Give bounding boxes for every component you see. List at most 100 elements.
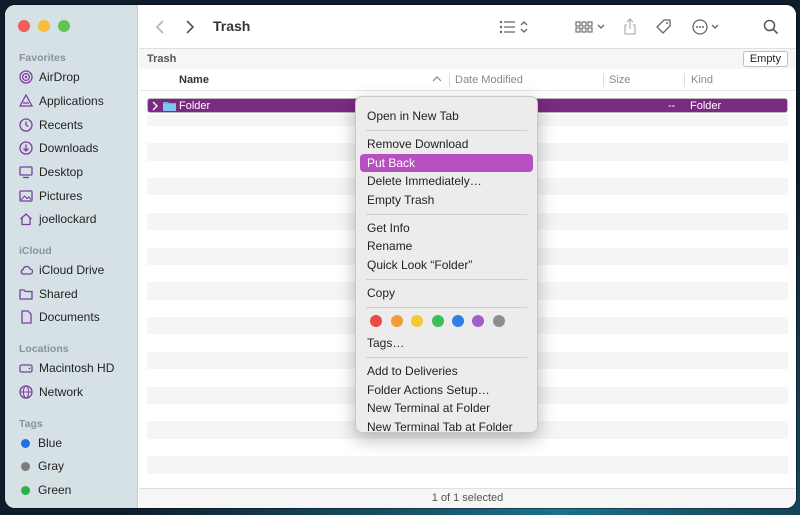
forward-chevron-icon[interactable] bbox=[185, 17, 195, 37]
sidebar-item-label: Blue bbox=[38, 436, 63, 450]
list-view-icon[interactable] bbox=[499, 17, 531, 37]
file-size: -- bbox=[668, 100, 676, 112]
sidebar-item-label: Green bbox=[38, 483, 72, 497]
back-chevron-icon[interactable] bbox=[155, 17, 165, 37]
trash-header-bar: Trash Empty bbox=[139, 49, 796, 69]
menu-separator bbox=[366, 214, 527, 215]
context-menu: Open in New Tab Remove Download Put Back… bbox=[355, 96, 538, 436]
tag-yellow-swatch[interactable] bbox=[411, 315, 423, 327]
menu-item-folder-actions-setup[interactable]: Folder Actions Setup… bbox=[360, 381, 533, 399]
sidebar-item-icloud-drive[interactable]: iCloud Drive bbox=[19, 260, 104, 280]
menu-separator bbox=[366, 357, 527, 358]
sidebar-item-label: Macintosh HD bbox=[39, 361, 115, 375]
sidebar-item-macintosh-hd[interactable]: Macintosh HD bbox=[19, 358, 114, 378]
menu-item-empty-trash[interactable]: Empty Trash bbox=[360, 191, 533, 209]
toolbar: Trash bbox=[139, 5, 796, 49]
document-icon bbox=[19, 310, 33, 324]
column-divider[interactable] bbox=[603, 73, 604, 87]
clock-icon bbox=[19, 118, 33, 132]
sidebar-item-label: Network bbox=[39, 385, 84, 399]
menu-separator bbox=[366, 279, 527, 280]
sort-ascending-icon[interactable] bbox=[432, 74, 442, 86]
close-window-button[interactable] bbox=[18, 20, 30, 32]
zoom-window-button[interactable] bbox=[58, 20, 70, 32]
menu-item-open-in-new-tab[interactable]: Open in New Tab bbox=[360, 107, 533, 125]
menu-item-rename[interactable]: Rename bbox=[360, 237, 533, 255]
menu-item-get-info[interactable]: Get Info bbox=[360, 219, 533, 237]
tag-dot-icon bbox=[21, 461, 30, 471]
sidebar-item-airdrop[interactable]: AirDrop bbox=[19, 67, 80, 87]
tag-red-swatch[interactable] bbox=[370, 315, 382, 327]
menu-item-add-to-deliveries[interactable]: Add to Deliveries bbox=[360, 362, 533, 380]
cloud-icon bbox=[19, 263, 33, 277]
sidebar-tag-green[interactable]: Green bbox=[19, 480, 71, 500]
minimize-window-button[interactable] bbox=[38, 20, 50, 32]
column-header: Name Date Modified Size Kind bbox=[139, 69, 796, 91]
pictures-icon bbox=[19, 189, 33, 203]
column-size-header[interactable]: Size bbox=[609, 74, 630, 86]
window-title: Trash bbox=[213, 18, 251, 34]
share-icon[interactable] bbox=[623, 17, 637, 37]
tag-orange-swatch[interactable] bbox=[391, 315, 403, 327]
sidebar-item-home[interactable]: joellockard bbox=[19, 209, 96, 229]
shared-folder-icon bbox=[19, 287, 33, 301]
status-bar: 1 of 1 selected bbox=[139, 488, 796, 508]
sidebar-section-favorites: Favorites bbox=[19, 52, 66, 64]
sidebar-item-label: Documents bbox=[39, 310, 100, 324]
tag-purple-swatch[interactable] bbox=[472, 315, 484, 327]
menu-item-copy[interactable]: Copy bbox=[360, 284, 533, 302]
sidebar-section-tags: Tags bbox=[19, 418, 43, 430]
tag-dot-icon bbox=[21, 485, 30, 495]
menu-item-put-back[interactable]: Put Back bbox=[360, 154, 533, 172]
more-actions-icon[interactable] bbox=[692, 17, 722, 37]
menu-item-new-terminal-at-folder[interactable]: New Terminal at Folder bbox=[360, 399, 533, 417]
column-name-header[interactable]: Name bbox=[179, 74, 209, 86]
sidebar-item-downloads[interactable]: Downloads bbox=[19, 138, 98, 158]
sidebar-item-recents[interactable]: Recents bbox=[19, 115, 83, 135]
tag-dot-icon bbox=[21, 438, 30, 448]
menu-item-quick-look[interactable]: Quick Look “Folder” bbox=[360, 256, 533, 274]
column-divider[interactable] bbox=[684, 73, 685, 87]
sidebar-item-label: joellockard bbox=[39, 212, 97, 226]
group-view-icon[interactable] bbox=[575, 17, 607, 37]
tag-icon[interactable] bbox=[655, 17, 673, 37]
sidebar-item-label: Gray bbox=[38, 459, 65, 473]
tag-blue-swatch[interactable] bbox=[452, 315, 464, 327]
sidebar-item-network[interactable]: Network bbox=[19, 382, 83, 402]
sidebar-item-label: Desktop bbox=[39, 165, 84, 179]
sidebar-tag-gray[interactable]: Gray bbox=[19, 456, 64, 476]
sidebar-section-locations: Locations bbox=[19, 343, 69, 355]
disk-icon bbox=[19, 361, 33, 375]
column-date-header[interactable]: Date Modified bbox=[455, 74, 523, 86]
tag-green-swatch[interactable] bbox=[432, 315, 444, 327]
sidebar-item-shared[interactable]: Shared bbox=[19, 284, 78, 304]
menu-item-new-terminal-tab-at-folder[interactable]: New Terminal Tab at Folder bbox=[360, 418, 533, 436]
sidebar-item-label: Pictures bbox=[39, 189, 83, 203]
folder-icon bbox=[163, 101, 176, 114]
empty-trash-button[interactable]: Empty bbox=[742, 51, 788, 67]
search-icon[interactable] bbox=[763, 17, 779, 37]
sidebar-item-label: Shared bbox=[39, 287, 78, 301]
menu-item-tags[interactable]: Tags… bbox=[360, 334, 533, 352]
sidebar-item-documents[interactable]: Documents bbox=[19, 307, 100, 327]
column-kind-header[interactable]: Kind bbox=[691, 74, 713, 86]
menu-item-remove-download[interactable]: Remove Download bbox=[360, 135, 533, 153]
sidebar-item-applications[interactable]: Applications bbox=[19, 91, 104, 111]
file-name: Folder bbox=[179, 100, 211, 112]
sidebar-item-label: Applications bbox=[39, 94, 104, 108]
file-kind: Folder bbox=[690, 100, 722, 112]
sidebar-item-desktop[interactable]: Desktop bbox=[19, 162, 83, 182]
sidebar-tag-blue[interactable]: Blue bbox=[19, 433, 62, 453]
desktop-icon bbox=[19, 165, 33, 179]
sidebar-item-label: iCloud Drive bbox=[39, 263, 105, 277]
download-icon bbox=[19, 141, 33, 155]
home-icon bbox=[19, 212, 33, 226]
column-divider[interactable] bbox=[449, 73, 450, 87]
menu-item-delete-immediately[interactable]: Delete Immediately… bbox=[360, 172, 533, 190]
globe-icon bbox=[19, 385, 33, 399]
disclosure-chevron-icon[interactable] bbox=[151, 101, 159, 114]
sidebar-item-label: Recents bbox=[39, 118, 84, 132]
menu-separator bbox=[366, 130, 527, 131]
sidebar-item-pictures[interactable]: Pictures bbox=[19, 186, 82, 206]
tag-gray-swatch[interactable] bbox=[493, 315, 505, 327]
